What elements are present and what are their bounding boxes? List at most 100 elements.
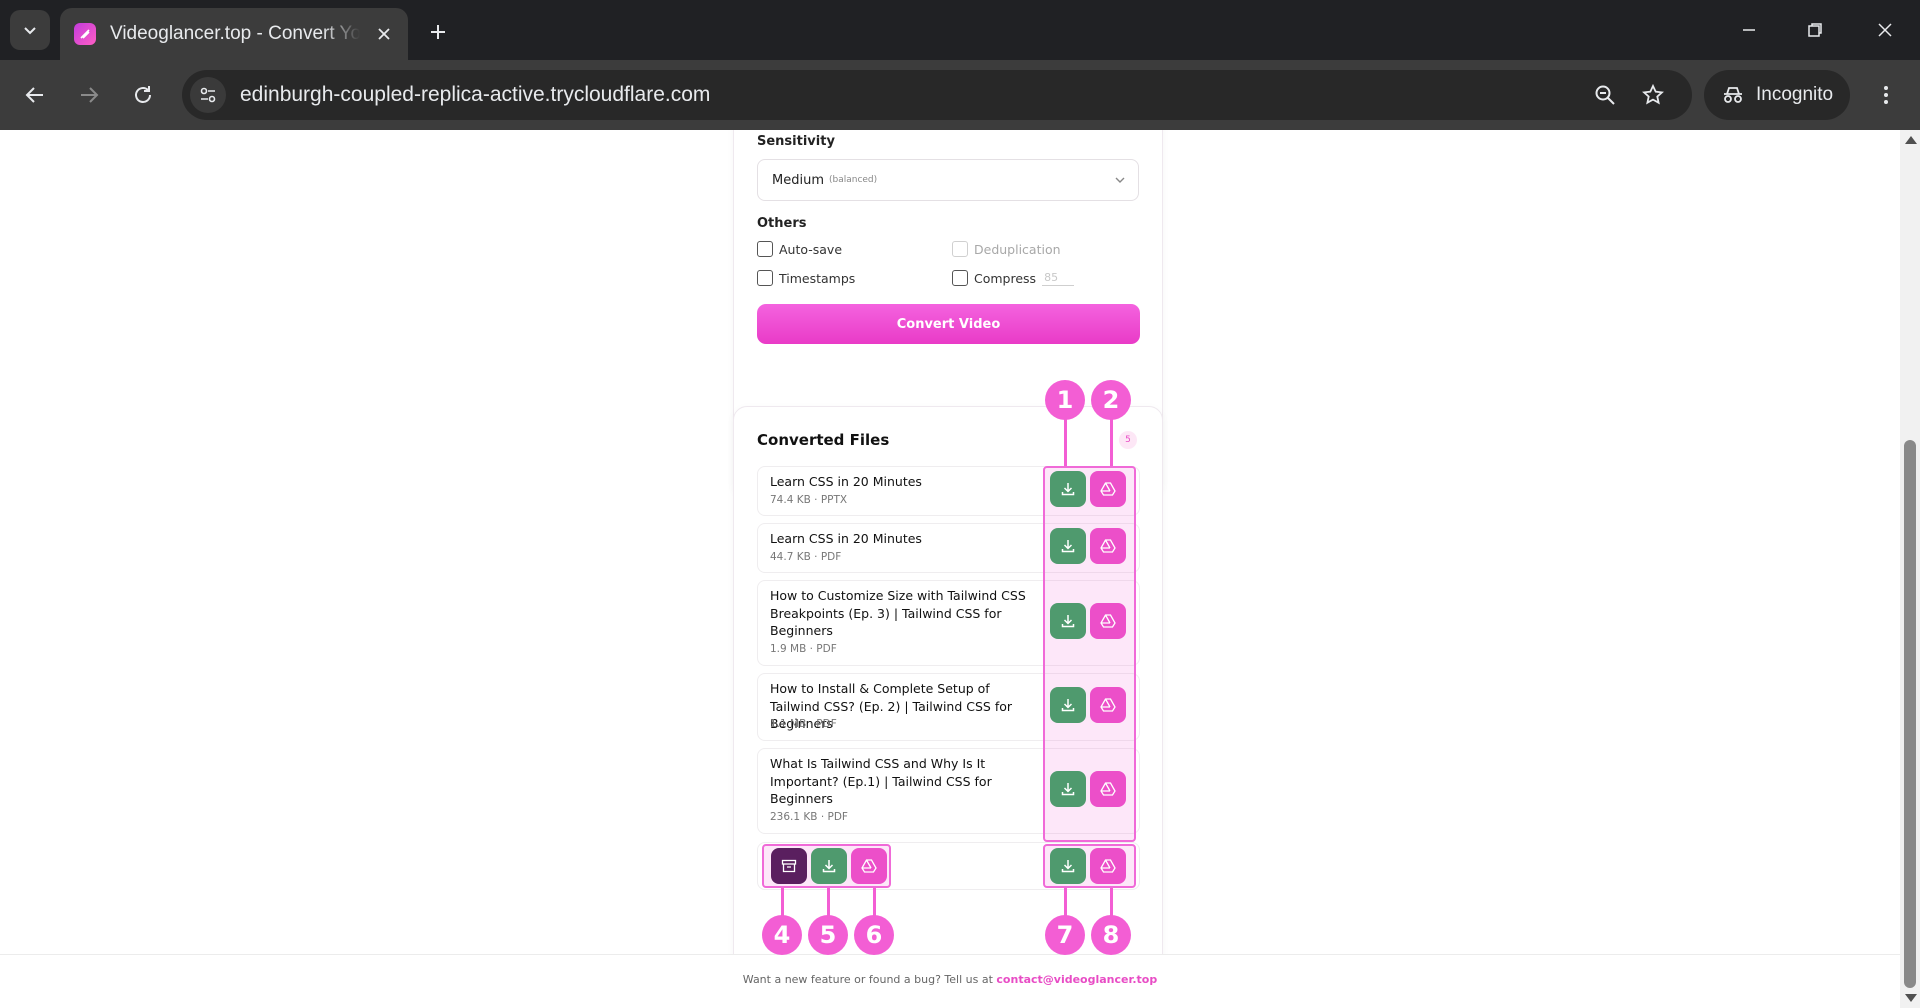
file-name: What Is Tailwind CSS and Why Is It Impor… (770, 756, 992, 806)
file-meta: 1.9 MB · PDF (770, 643, 837, 655)
download-button[interactable] (1050, 771, 1086, 807)
timestamps-checkbox[interactable]: Timestamps (757, 270, 855, 286)
dedup-checkbox[interactable]: Deduplication (952, 241, 1061, 257)
download-button[interactable] (1050, 687, 1086, 723)
google-drive-icon (861, 859, 877, 873)
timestamps-box[interactable] (757, 270, 773, 286)
compress-checkbox[interactable]: Compress 85 (952, 270, 1075, 286)
callout-5: 5 (808, 915, 848, 955)
file-name: How to Customize Size with Tailwind CSS … (770, 588, 1026, 638)
close-icon (1878, 23, 1892, 37)
browser-tab[interactable]: Videoglancer.top - Convert YouTube (60, 8, 408, 60)
download-selected-button[interactable] (1050, 848, 1086, 884)
converted-files-title: Converted Files (757, 431, 890, 449)
sensitivity-value: Medium (772, 172, 824, 188)
reload-icon (135, 86, 151, 103)
zoom-button[interactable] (1588, 78, 1622, 112)
upload-to-drive-button[interactable] (1090, 471, 1126, 507)
dedup-label: Deduplication (974, 241, 1061, 257)
download-icon (1061, 615, 1075, 628)
callout-stem (1064, 888, 1067, 918)
upload-to-drive-button[interactable] (1090, 528, 1126, 564)
upload-to-drive-button[interactable] (1090, 687, 1126, 723)
tab-title: Videoglancer.top - Convert YouTube (110, 23, 360, 44)
upload-all-to-drive-button[interactable] (851, 848, 887, 884)
bookmark-button[interactable] (1636, 78, 1670, 112)
more-vert-icon (1884, 86, 1888, 104)
chevron-down-icon (1115, 177, 1125, 183)
autosave-label: Auto-save (779, 241, 843, 257)
arrow-left-icon (25, 87, 43, 103)
scroll-thumb[interactable] (1904, 440, 1916, 988)
callout-stem (827, 888, 830, 918)
others-label: Others (757, 216, 807, 231)
contact-email-link[interactable]: contact@videoglancer.top (996, 973, 1157, 986)
scroll-down-arrow-icon[interactable] (1905, 994, 1917, 1002)
callout-stem (1110, 888, 1113, 918)
download-all-button[interactable] (811, 848, 847, 884)
autosave-checkbox[interactable]: Auto-save (757, 241, 842, 257)
forward-button[interactable] (68, 74, 110, 116)
callout-1: 1 (1045, 380, 1085, 420)
chevron-down-icon (24, 27, 36, 35)
scroll-up-arrow-icon[interactable] (1905, 136, 1917, 144)
callout-7: 7 (1045, 915, 1085, 955)
google-drive-icon (1100, 859, 1116, 873)
sensitivity-label: Sensitivity (757, 134, 835, 149)
new-tab-button[interactable] (420, 14, 456, 50)
incognito-indicator[interactable]: Incognito (1704, 70, 1850, 120)
upload-selected-to-drive-button[interactable] (1090, 848, 1126, 884)
download-icon (822, 860, 836, 873)
callout-stem (1064, 418, 1067, 466)
arrow-right-icon (81, 87, 99, 103)
star-icon (1642, 84, 1664, 105)
callout-4: 4 (762, 915, 802, 955)
callout-6: 6 (854, 915, 894, 955)
upload-to-drive-button[interactable] (1090, 771, 1126, 807)
download-button[interactable] (1050, 603, 1086, 639)
minimize-icon (1743, 29, 1755, 31)
restore-icon (1808, 23, 1822, 37)
convert-video-button[interactable]: Convert Video (757, 304, 1140, 344)
address-bar[interactable]: edinburgh-coupled-replica-active.tryclou… (182, 70, 1692, 120)
back-button[interactable] (14, 74, 56, 116)
compress-quality-input[interactable]: 85 (1042, 270, 1075, 286)
incognito-label: Incognito (1756, 84, 1834, 105)
download-icon (1061, 699, 1075, 712)
close-icon (378, 28, 390, 40)
sensitivity-select[interactable]: Medium (balanced) (757, 159, 1139, 201)
callout-stem (873, 888, 876, 918)
google-drive-icon (1100, 614, 1116, 628)
site-info-button[interactable] (190, 77, 226, 113)
file-name: Learn CSS in 20 Minutes (770, 531, 922, 546)
autosave-box[interactable] (757, 241, 773, 257)
download-icon (1061, 783, 1075, 796)
reload-button[interactable] (122, 74, 164, 116)
google-drive-icon (1100, 482, 1116, 496)
callout-stem (781, 888, 784, 918)
tab-close-button[interactable] (370, 20, 398, 48)
browser-menu-button[interactable] (1866, 74, 1906, 116)
archive-button[interactable] (771, 848, 807, 884)
footer-text: Want a new feature or found a bug? Tell … (742, 973, 993, 986)
upload-to-drive-button[interactable] (1090, 603, 1126, 639)
callout-stem (1110, 418, 1113, 466)
restore-button[interactable] (1788, 8, 1842, 52)
close-window-button[interactable] (1858, 8, 1912, 52)
callout-8: 8 (1091, 915, 1131, 955)
dedup-box[interactable] (952, 241, 968, 257)
minimize-button[interactable] (1722, 8, 1776, 52)
tab-search-button[interactable] (10, 10, 50, 50)
browser-tab-bar: Videoglancer.top - Convert YouTube (0, 0, 1920, 60)
download-icon (1061, 860, 1075, 873)
download-button[interactable] (1050, 528, 1086, 564)
download-button[interactable] (1050, 471, 1086, 507)
file-meta: 1.1 MB · PDF (770, 718, 837, 730)
compress-label: Compress (974, 270, 1037, 286)
timestamps-label: Timestamps (779, 270, 856, 286)
url-text: edinburgh-coupled-replica-active.tryclou… (240, 83, 711, 106)
compress-box[interactable] (952, 270, 968, 286)
browser-toolbar: edinburgh-coupled-replica-active.tryclou… (0, 60, 1920, 130)
page-scrollbar[interactable] (1900, 130, 1920, 1008)
plus-icon (431, 25, 445, 39)
